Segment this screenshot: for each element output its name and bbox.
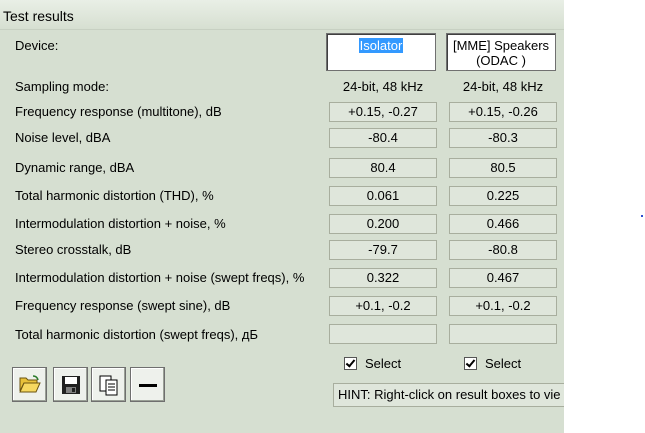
window-title: Test results <box>3 8 74 24</box>
crosstalk-label: Stereo crosstalk, dB <box>15 242 132 257</box>
freq-swept-label: Frequency response (swept sine), dB <box>15 298 231 313</box>
device-label: Device: <box>15 38 59 53</box>
device1-freq-swept[interactable]: +0.1, -0.2 <box>329 296 437 316</box>
thd-label: Total harmonic distortion (THD), % <box>15 188 214 203</box>
device2-freq-swept[interactable]: +0.1, -0.2 <box>449 296 557 316</box>
sampling-label: Sampling mode: <box>15 79 109 94</box>
test-results-window: Test results Device: Isolator [MME] Spea… <box>0 0 564 433</box>
device2-imd-swept[interactable]: 0.467 <box>449 268 557 288</box>
noise-label: Noise level, dBA <box>15 130 111 145</box>
device2-thd[interactable]: 0.225 <box>449 186 557 206</box>
imd-label: Intermodulation distortion + noise, % <box>15 216 226 231</box>
device2-sampling: 24-bit, 48 kHz <box>462 79 544 94</box>
checkbox-checked-icon <box>344 357 357 371</box>
title-bar: Test results <box>0 0 564 30</box>
device1-sampling: 24-bit, 48 kHz <box>342 79 424 94</box>
device1-thd-swept[interactable] <box>329 324 437 344</box>
device2-name-line2: (ODAC ) <box>476 53 526 68</box>
stray-pixel <box>641 215 643 217</box>
hint-box: HINT: Right-click on result boxes to vie <box>333 383 564 407</box>
device2-select-label: Select <box>485 356 522 371</box>
dynamic-range-label: Dynamic range, dBA <box>15 160 135 175</box>
folder-open-icon <box>19 375 41 393</box>
minus-icon <box>139 384 157 387</box>
device1-select-label: Select <box>365 356 402 371</box>
floppy-disk-icon <box>62 376 80 394</box>
device2-freq-multitone[interactable]: +0.15, -0.26 <box>449 102 557 122</box>
remove-button[interactable] <box>130 367 165 402</box>
open-button[interactable] <box>12 367 47 402</box>
device2-noise[interactable]: -80.3 <box>449 128 557 148</box>
device1-freq-multitone[interactable]: +0.15, -0.27 <box>329 102 437 122</box>
device1-select-checkbox[interactable]: Select <box>344 356 401 371</box>
imd-swept-label: Intermodulation distortion + noise (swep… <box>15 270 305 285</box>
device2-name-line1: [MME] Speakers <box>452 38 550 53</box>
device2-name-field[interactable]: [MME] Speakers (ODAC ) <box>446 33 556 71</box>
device2-imd[interactable]: 0.466 <box>449 214 557 234</box>
device1-imd[interactable]: 0.200 <box>329 214 437 234</box>
device2-dynamic-range[interactable]: 80.5 <box>449 158 557 178</box>
device1-name: Isolator <box>358 38 404 53</box>
thd-swept-label: Total harmonic distortion (swept freqs),… <box>15 327 258 342</box>
device2-select-checkbox[interactable]: Select <box>464 356 521 371</box>
device1-dynamic-range[interactable]: 80.4 <box>329 158 437 178</box>
device1-crosstalk[interactable]: -79.7 <box>329 240 437 260</box>
freq-multitone-label: Frequency response (multitone), dB <box>15 104 222 119</box>
device1-imd-swept[interactable]: 0.322 <box>329 268 437 288</box>
device2-thd-swept[interactable] <box>449 324 557 344</box>
device2-crosstalk[interactable]: -80.8 <box>449 240 557 260</box>
device1-name-field[interactable]: Isolator <box>326 33 436 71</box>
save-button[interactable] <box>53 367 88 402</box>
copy-button[interactable] <box>91 367 126 402</box>
copy-pages-icon <box>99 375 118 396</box>
device1-thd[interactable]: 0.061 <box>329 186 437 206</box>
checkbox-checked-icon <box>464 357 477 371</box>
device1-noise[interactable]: -80.4 <box>329 128 437 148</box>
